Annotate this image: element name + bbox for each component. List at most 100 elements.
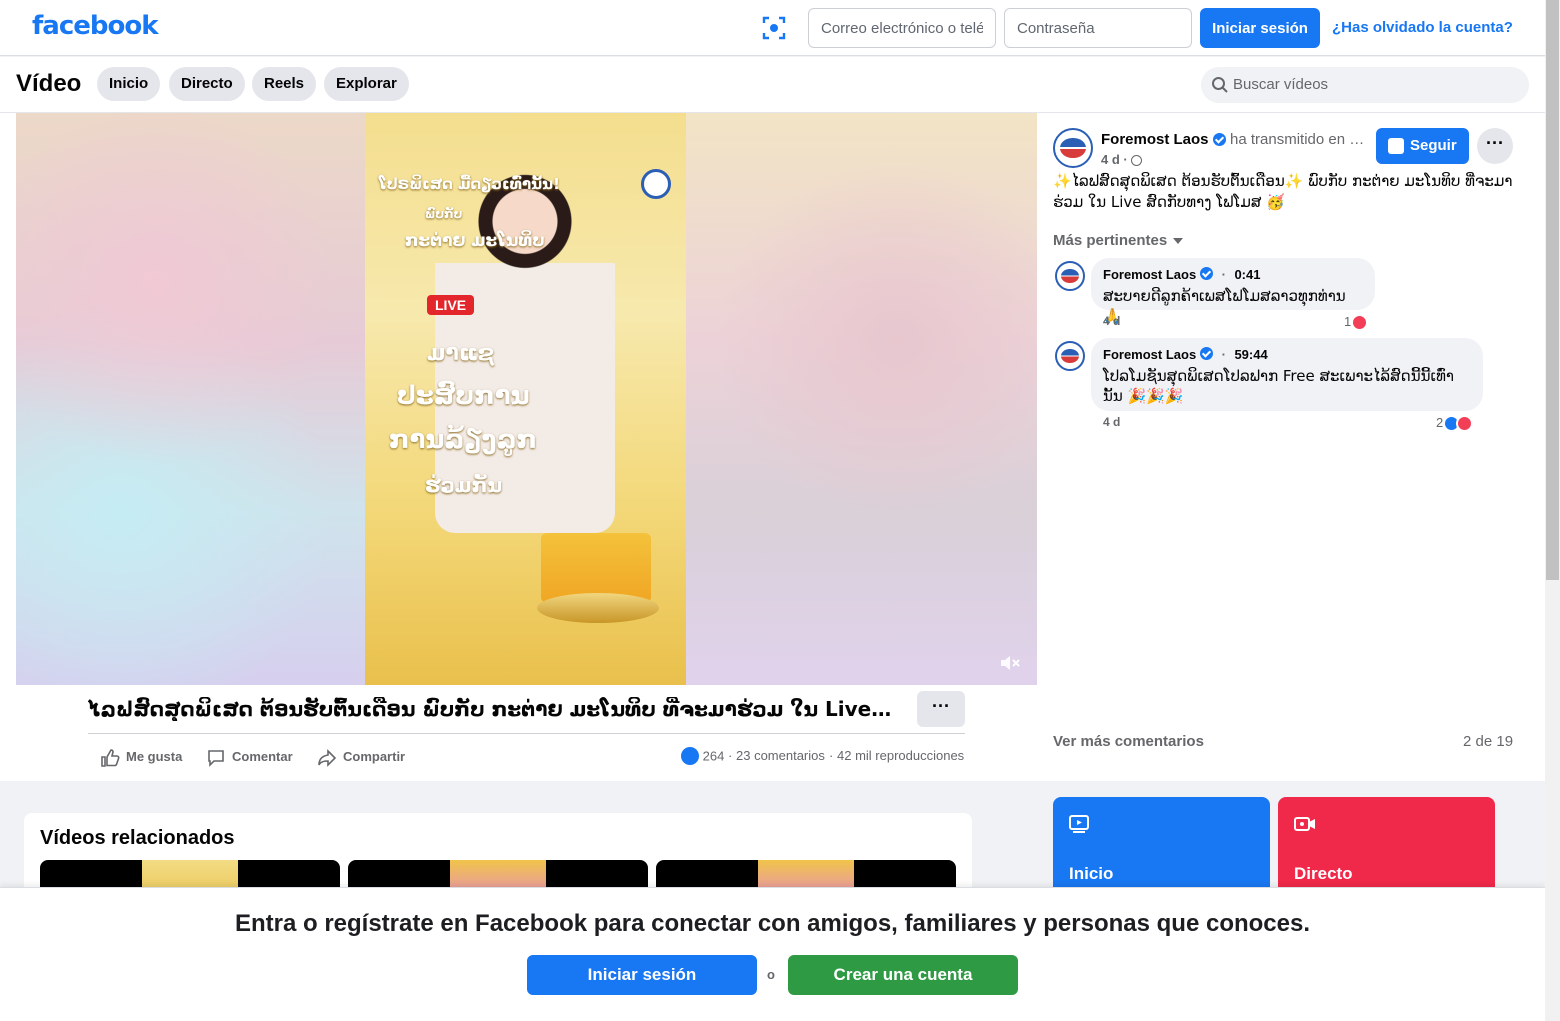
like-reaction-icon <box>681 747 699 765</box>
post-age[interactable]: 4 d <box>1101 152 1120 167</box>
tab-directo[interactable]: Directo <box>169 67 245 101</box>
globe-icon <box>1131 155 1143 167</box>
post-title: ໄລຟສົດສຸດພິເສດ ຕ້ອນຮັບຕົ້ນເດືອນ ພົບກັບ ກ… <box>88 697 898 721</box>
create-account-button[interactable]: Crear una cuenta <box>788 955 1018 995</box>
verified-badge-icon <box>1200 347 1214 361</box>
facebook-logo[interactable]: facebook <box>32 11 159 41</box>
video-play-icon <box>1069 815 1089 833</box>
comment-bubble: Foremost Laos · 0:41 ສະບາຍດີລູກຄ້າເພສໂຟໂ… <box>1091 258 1375 325</box>
post-options-button[interactable]: ··· <box>1477 128 1513 164</box>
comment-text: ສະບາຍດີລູກຄ້າເພສໂຟໂມສລາວທຸກທ່ານ🙏 <box>1103 287 1346 325</box>
top-navigation-bar: facebook Iniciar sesión ¿Has olvidado la… <box>0 0 1545 56</box>
share-label: Compartir <box>343 749 406 764</box>
comment-icon <box>208 749 224 767</box>
verified-badge-icon <box>1212 132 1226 146</box>
share-button[interactable]: Compartir <box>317 747 405 769</box>
login-prompt-banner: Entra o regístrate en Facebook para cone… <box>0 887 1545 1021</box>
comment-age[interactable]: 4 d <box>1103 415 1120 429</box>
like-icon <box>101 748 120 767</box>
search-icon <box>1212 77 1228 93</box>
more-options-button[interactable]: ··· <box>917 691 965 727</box>
email-field[interactable] <box>808 8 996 48</box>
like-button[interactable]: Me gusta <box>100 747 182 769</box>
live-badge: LIVE <box>427 295 475 315</box>
chevron-down-icon <box>1173 238 1184 245</box>
comment-author[interactable]: Foremost Laos <box>1103 347 1196 362</box>
comment-timestamp[interactable]: 59:44 <box>1234 347 1267 362</box>
nav-tile-label: Directo <box>1294 864 1353 883</box>
page-name[interactable]: Foremost Laos <box>1101 131 1226 148</box>
love-reaction-icon <box>1456 415 1474 433</box>
broadcast-status: ha transmitido en directo. <box>1230 131 1368 148</box>
comment-reactions[interactable]: 1 <box>1344 314 1369 332</box>
comment-text: ໂປລໂມຊັນສຸດພິເສດໂປລຟາກ Free ສະເພາະໄລ້ສົດ… <box>1103 367 1455 405</box>
video-player[interactable]: ໂປຣພິເສດ ມື້ດຽວເທົ່ານັ້ນ! ພົບກັບ ກະຕ່າຍ … <box>16 113 1037 685</box>
password-field[interactable] <box>1004 8 1192 48</box>
like-label: Me gusta <box>126 749 183 764</box>
follow-icon <box>1388 138 1404 154</box>
video-blur-background-right <box>686 113 1037 685</box>
comment-reaction-count: 1 <box>1344 314 1352 329</box>
poster-line: ກະຕ່າຍ ມະໂນທິບ <box>405 231 545 251</box>
follow-button[interactable]: Seguir <box>1376 128 1469 164</box>
search-placeholder: Buscar vídeos <box>1233 76 1329 93</box>
reactions-summary[interactable]: 264 <box>681 747 725 766</box>
video-frame: ໂປຣພິເສດ ມື້ດຽວເທົ່ານັ້ນ! ພົບກັບ ກະຕ່າຍ … <box>365 113 686 685</box>
forgot-account-link[interactable]: ¿Has olvidado la cuenta? <box>1332 19 1513 36</box>
live-camera-icon <box>1294 817 1315 831</box>
comment-reaction-count: 2 <box>1436 415 1444 430</box>
filter-label: Más pertinentes <box>1053 232 1168 249</box>
page-name-text: Foremost Laos <box>1101 131 1209 148</box>
tab-reels[interactable]: Reels <box>252 67 317 101</box>
brand-logo-image <box>641 169 671 199</box>
banner-message: Entra o regístrate en Facebook para cone… <box>234 910 1311 937</box>
comment-filter-dropdown[interactable]: Más pertinentes <box>1053 232 1184 249</box>
comment-avatar[interactable] <box>1055 261 1085 291</box>
nav-tile-label: Inicio <box>1069 864 1114 883</box>
comment-author[interactable]: Foremost Laos <box>1103 267 1196 282</box>
comment-label: Comentar <box>232 749 293 764</box>
comment-reactions[interactable]: 2 <box>1436 415 1474 433</box>
separator: · <box>1221 267 1226 282</box>
tab-inicio[interactable]: Inicio <box>97 67 161 101</box>
tab-explorar[interactable]: Explorar <box>324 67 409 101</box>
comment-bubble: Foremost Laos · 59:44 ໂປລໂມຊັນສຸດພິເສດໂປ… <box>1091 338 1483 411</box>
post-meta: 4 d · <box>1101 152 1143 167</box>
section-title: Vídeos relacionados <box>40 827 235 849</box>
scrollbar-thumb[interactable] <box>1546 0 1559 580</box>
poster-line: ໂປຣພິເສດ ມື້ດຽວເທົ່ານັ້ນ! <box>379 175 560 193</box>
product-stand-image <box>537 593 659 623</box>
post-description: ✨ໄລຟສົດສຸດພິເສດ ຕ້ອນຮັບຕົ້ນເດືອນ✨ ພົບກັບ… <box>1053 172 1513 211</box>
banner-login-button[interactable]: Iniciar sesión <box>527 955 757 995</box>
views-count: 42 mil reproducciones <box>837 748 965 763</box>
share-icon <box>318 748 337 767</box>
video-blur-background-left <box>16 113 365 685</box>
poster-line: ການລ້ຽງລູກ <box>389 425 538 455</box>
comment-button[interactable]: Comentar <box>206 747 293 769</box>
nav-tile-inicio[interactable]: Inicio <box>1053 797 1270 897</box>
follow-label: Seguir <box>1410 137 1457 154</box>
comment-age[interactable]: 4 d <box>1103 314 1120 328</box>
comments-count[interactable]: 23 comentarios <box>736 748 825 763</box>
poster-line: ປະສົບການ <box>397 381 530 411</box>
comment-timestamp[interactable]: 0:41 <box>1234 267 1260 282</box>
qr-scan-icon[interactable] <box>762 16 786 40</box>
login-button[interactable]: Iniciar sesión <box>1200 8 1320 48</box>
poster-line: ມາແຊ <box>427 341 495 366</box>
nav-tile-directo[interactable]: Directo <box>1278 797 1495 897</box>
page-avatar[interactable] <box>1053 128 1093 168</box>
comment-avatar[interactable] <box>1055 341 1085 371</box>
video-search-input[interactable]: Buscar vídeos <box>1201 67 1529 103</box>
reactions-count: 264 <box>702 748 725 764</box>
separator: · <box>728 748 733 763</box>
love-reaction-icon <box>1351 314 1369 332</box>
separator: · <box>1221 347 1226 362</box>
divider <box>88 733 965 734</box>
comment-count-indicator: 2 de 19 <box>1463 733 1514 750</box>
see-more-comments-link[interactable]: Ver más comentarios <box>1053 733 1204 750</box>
mute-icon[interactable] <box>998 651 1022 675</box>
video-header: Vídeo Inicio Directo Reels Explorar Busc… <box>0 57 1545 113</box>
banner-or-text: o <box>767 967 775 982</box>
poster-line: ຮ່ວມກັນ <box>425 473 503 497</box>
verified-badge-icon <box>1200 267 1214 281</box>
